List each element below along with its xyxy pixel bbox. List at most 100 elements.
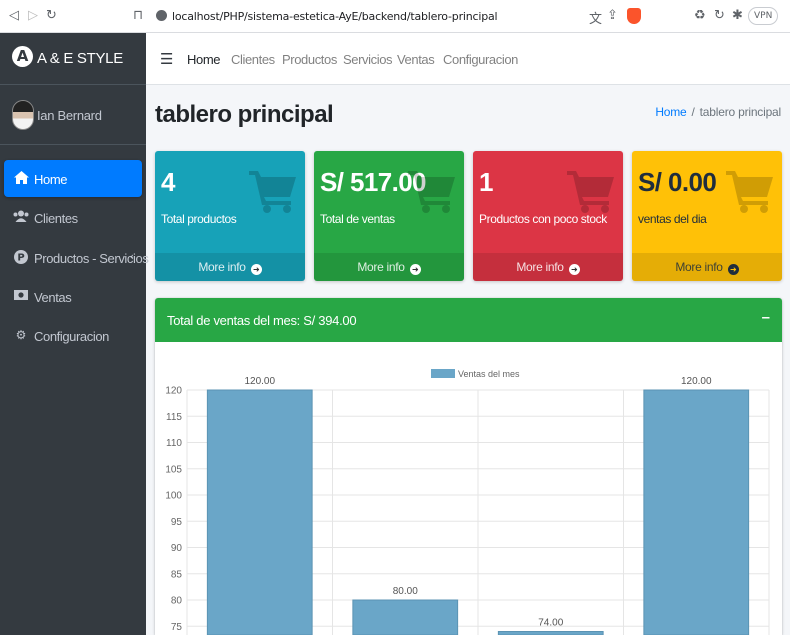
- brand-name: A & E STYLE: [37, 50, 123, 67]
- site-info-icon[interactable]: [156, 10, 167, 21]
- shopping-cart-icon: [567, 171, 614, 213]
- chevron-left-icon: ‹: [129, 250, 134, 263]
- sidebar-item-home[interactable]: Home: [4, 160, 142, 197]
- topnav-home[interactable]: Home: [187, 52, 220, 67]
- sidebar-item-configuracion[interactable]: ⚙ Configuracion: [4, 317, 142, 354]
- y-tick-label: 100: [165, 491, 182, 502]
- arrow-circle-right-icon: ➜: [568, 264, 580, 275]
- bar: [643, 389, 750, 635]
- product-p-icon: P: [13, 250, 29, 264]
- reload-icon[interactable]: ↻: [46, 8, 57, 23]
- sidebar-item-label: Ventas: [34, 290, 72, 305]
- browser-toolbar: ◁ ▷ ↻ ⊓ localhost/PHP/sistema-estetica-A…: [0, 0, 790, 33]
- stat-value: 4: [161, 167, 175, 197]
- y-tick-label: 75: [171, 622, 183, 633]
- brand-logo-icon: A: [12, 46, 33, 67]
- arrow-circle-right-icon: ➜: [727, 264, 739, 275]
- more-info-label: More info: [516, 260, 564, 274]
- top-navbar: ☰ Home Clientes Productos Servicios Vent…: [146, 33, 790, 85]
- user-panel: Ian Bernard: [0, 85, 146, 145]
- stat-box-total-ventas: S/ 517.00 Total de ventas More info ➜: [314, 151, 464, 281]
- stat-box-ventas-del-dia: S/ 0.00 ventas del dia More info ➜: [632, 151, 782, 281]
- bar: [206, 389, 313, 635]
- url-text[interactable]: localhost/PHP/sistema-estetica-AyE/backe…: [172, 10, 498, 23]
- stat-label: Productos con poco stock: [479, 212, 607, 226]
- bar-data-label: 120.00: [244, 376, 275, 387]
- forward-icon[interactable]: ▷: [28, 8, 38, 23]
- more-info-label: More info: [357, 260, 405, 274]
- more-info-link[interactable]: More info ➜: [473, 253, 623, 281]
- svg-text:P: P: [17, 253, 24, 264]
- sales-card: Total de ventas del mes: S/ 394.00 – Ven…: [155, 298, 782, 635]
- breadcrumb: Home / tablero principal: [655, 105, 781, 119]
- topnav-productos[interactable]: Productos: [282, 52, 337, 67]
- back-icon[interactable]: ◁: [9, 8, 19, 23]
- legend-label: Ventas del mes: [458, 369, 520, 379]
- money-icon: [13, 289, 29, 303]
- translate-icon[interactable]: 文: [589, 8, 602, 27]
- sidebar-item-label: Clientes: [34, 211, 78, 226]
- sales-bar-chart: Ventas del mes 120 115 110 105 100 95 90 85 80 75 1…: [165, 369, 770, 635]
- page-title: tablero principal: [155, 101, 334, 128]
- topnav-configuracion[interactable]: Configuracion: [443, 52, 518, 67]
- legend-swatch: [431, 369, 455, 378]
- shopping-cart-icon: [249, 171, 296, 213]
- stat-label: Total productos: [161, 212, 237, 226]
- bar-data-label: 80.00: [393, 586, 418, 597]
- share-icon[interactable]: ⇪: [607, 8, 618, 23]
- bookmark-icon[interactable]: ⊓: [133, 8, 143, 23]
- stat-box-total-productos: 4 Total productos More info ➜: [155, 151, 305, 281]
- sync-icon[interactable]: ↻: [714, 8, 725, 23]
- stat-label: Total de ventas: [320, 212, 395, 226]
- more-info-link[interactable]: More info ➜: [314, 253, 464, 281]
- topnav-clientes[interactable]: Clientes: [231, 52, 275, 67]
- topnav-servicios[interactable]: Servicios: [343, 52, 393, 67]
- stat-label: ventas del dia: [638, 212, 707, 226]
- home-icon: [13, 171, 29, 185]
- user-name[interactable]: Ian Bernard: [37, 108, 102, 123]
- y-tick-label: 95: [171, 517, 183, 528]
- more-info-label: More info: [198, 260, 246, 274]
- arrow-circle-right-icon: ➜: [409, 264, 421, 275]
- more-info-link[interactable]: More info ➜: [155, 253, 305, 281]
- y-tick-label: 80: [171, 596, 183, 607]
- y-tick-label: 110: [166, 438, 182, 449]
- more-info-label: More info: [675, 260, 723, 274]
- shopping-cart-icon: [726, 171, 773, 213]
- brave-shield-icon[interactable]: [627, 8, 641, 24]
- avatar: [12, 100, 34, 130]
- more-info-link[interactable]: More info ➜: [632, 253, 782, 281]
- y-tick-label: 120: [165, 386, 182, 397]
- vpn-button[interactable]: VPN: [748, 7, 779, 25]
- sidebar-item-label: Home: [34, 172, 68, 187]
- shopping-cart-icon: [408, 171, 455, 213]
- breadcrumb-separator: /: [691, 105, 695, 119]
- breadcrumb-home-link[interactable]: Home: [655, 105, 686, 119]
- y-tick-label: 115: [166, 412, 182, 423]
- stat-value: 1: [479, 167, 493, 197]
- bar: [352, 599, 459, 635]
- breadcrumb-current: tablero principal: [699, 105, 782, 119]
- users-icon: [13, 210, 29, 224]
- arrow-circle-right-icon: ➜: [250, 264, 262, 275]
- brand-link[interactable]: A A & E STYLE: [0, 33, 146, 85]
- y-tick-label: 90: [171, 543, 183, 554]
- sidebar-item-clientes[interactable]: Clientes: [4, 199, 142, 236]
- sales-card-header: Total de ventas del mes: S/ 394.00 –: [155, 298, 782, 342]
- sales-card-title: Total de ventas del mes: S/ 394.00: [167, 313, 357, 328]
- hamburger-menu-icon[interactable]: ☰: [160, 50, 173, 68]
- stat-value: S/ 0.00: [638, 167, 717, 197]
- recycle-icon[interactable]: ♻: [694, 8, 706, 23]
- collapse-button[interactable]: –: [762, 309, 770, 326]
- sidebar: A A & E STYLE Ian Bernard Home Clientes …: [0, 33, 149, 635]
- sidebar-item-productos-servicios[interactable]: P Productos - Servicios ‹: [4, 239, 149, 276]
- bar: [497, 631, 604, 635]
- bar-data-label: 120.00: [681, 376, 712, 387]
- extensions-icon[interactable]: ✱: [732, 8, 743, 23]
- y-tick-label: 85: [171, 569, 183, 580]
- sidebar-item-label: Configuracion: [34, 329, 110, 344]
- stat-box-poco-stock: 1 Productos con poco stock More info ➜: [473, 151, 623, 281]
- y-tick-label: 105: [165, 464, 182, 475]
- sidebar-item-ventas[interactable]: Ventas: [4, 278, 142, 315]
- topnav-ventas[interactable]: Ventas: [397, 52, 435, 67]
